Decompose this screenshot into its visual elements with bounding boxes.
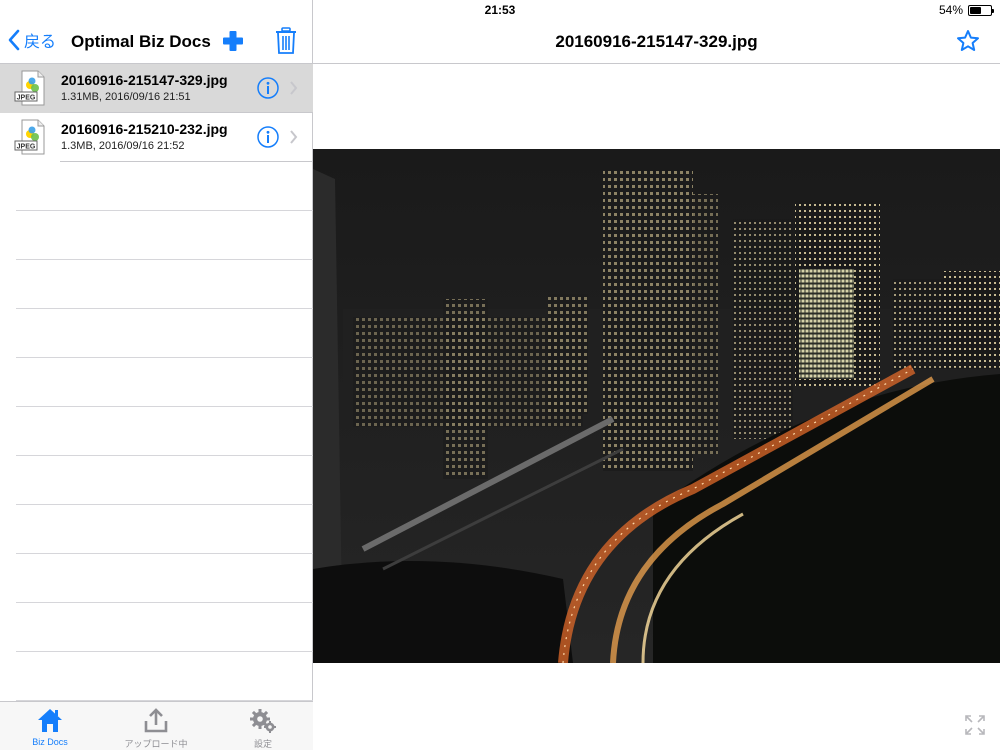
tab-label: アップロード中 — [124, 739, 188, 749]
jpeg-file-icon: JPEG — [14, 119, 45, 155]
add-icon[interactable] — [222, 30, 244, 52]
night-city-photo — [313, 149, 1000, 663]
file-row[interactable]: JPEG 20160916-215210-232.jpg 1.3MB, 2016… — [0, 113, 313, 162]
upload-icon — [144, 708, 168, 733]
empty-list-area — [0, 162, 313, 701]
back-button[interactable]: 戻る — [6, 28, 56, 52]
file-list: JPEG 20160916-215147-329.jpg 1.31MB, 201… — [0, 64, 313, 162]
tab-settings[interactable]: 設定 — [213, 702, 313, 750]
chevron-right-icon — [290, 81, 298, 95]
tab-label: 設定 — [253, 739, 272, 749]
expand-icon[interactable] — [964, 714, 986, 736]
chevron-right-icon — [290, 130, 298, 144]
document-preview-image[interactable] — [313, 149, 1000, 663]
empty-list-row — [0, 162, 313, 211]
file-meta: 1.31MB, 2016/09/16 21:51 — [61, 91, 191, 103]
file-type-label: JPEG — [17, 95, 36, 102]
star-icon[interactable] — [956, 29, 980, 53]
back-button-label: 戻る — [24, 34, 57, 51]
left-navigation-bar: 戻る Optimal Biz Docs — [0, 20, 313, 64]
empty-list-row — [0, 652, 313, 701]
file-name: 20160916-215147-329.jpg — [61, 72, 228, 88]
viewer-navigation-bar: 20160916-215147-329.jpg — [313, 20, 1000, 64]
home-icon — [38, 709, 62, 732]
empty-list-row — [0, 505, 313, 554]
info-icon[interactable] — [257, 77, 279, 99]
empty-list-row — [0, 309, 313, 358]
empty-list-row — [0, 554, 313, 603]
empty-list-row — [0, 603, 313, 652]
info-icon[interactable] — [257, 126, 279, 148]
chevron-left-icon — [8, 29, 20, 51]
battery-icon — [968, 4, 994, 16]
battery-percent: 54% — [938, 3, 963, 17]
empty-list-row — [0, 456, 313, 505]
tab-bar: Biz Docs アップロード中 設定 — [0, 701, 313, 750]
file-type-label: JPEG — [17, 144, 36, 151]
gear-icon — [250, 709, 276, 733]
trash-icon[interactable] — [275, 27, 297, 55]
empty-list-row — [0, 260, 313, 309]
tab-biz-docs[interactable]: Biz Docs — [0, 702, 100, 750]
file-browser-pane: 戻る Optimal Biz Docs JPEG 20160916-215147… — [0, 0, 313, 750]
app-title: Optimal Biz Docs — [71, 32, 211, 51]
tab-uploading[interactable]: アップロード中 — [106, 702, 206, 750]
empty-list-row — [0, 407, 313, 456]
jpeg-file-icon: JPEG — [14, 70, 45, 106]
file-row[interactable]: JPEG 20160916-215147-329.jpg 1.31MB, 201… — [0, 64, 313, 113]
empty-list-row — [0, 211, 313, 260]
empty-list-row — [0, 358, 313, 407]
document-title: 20160916-215147-329.jpg — [555, 32, 758, 51]
file-name: 20160916-215210-232.jpg — [61, 121, 228, 137]
tab-label: Biz Docs — [32, 737, 68, 747]
file-meta: 1.3MB, 2016/09/16 21:52 — [61, 140, 185, 152]
